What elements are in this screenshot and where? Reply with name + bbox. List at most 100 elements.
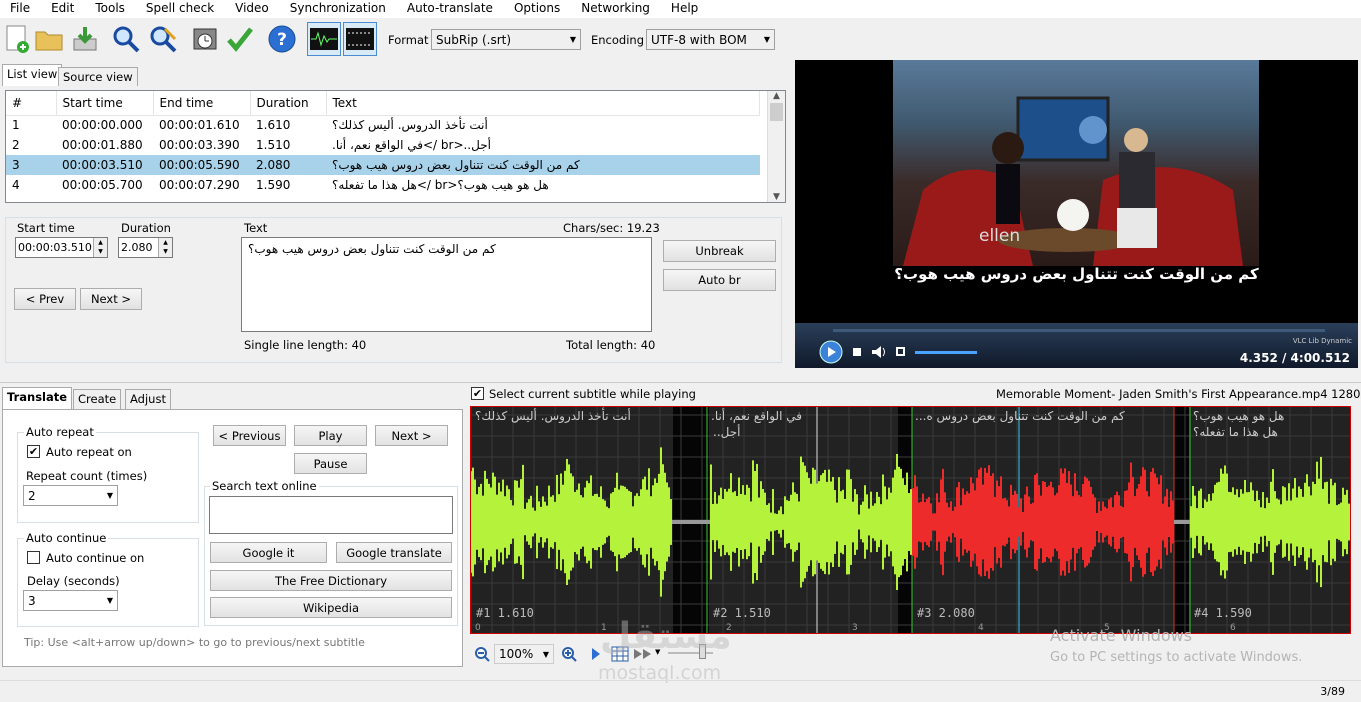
menu-edit[interactable]: Edit [41,0,85,18]
format-select[interactable]: SubRip (.srt) ▼ [431,29,581,50]
new-file-icon[interactable] [0,22,34,56]
wikipedia-button[interactable]: Wikipedia [210,597,452,618]
cell-number: 1 [12,118,20,133]
open-folder-icon[interactable] [32,22,66,56]
waveform-toggle-icon[interactable] [307,22,341,56]
google-it-button[interactable]: Google it [210,542,327,563]
tab-list-view[interactable]: List view [2,64,63,86]
subtitle-grid[interactable]: # Start time End time Duration Text 1 00… [5,90,786,203]
next-button[interactable]: Next > [80,288,142,310]
auto-repeat-title: Auto repeat [24,425,96,439]
duration-input[interactable]: 2.080 ▲ ▼ [118,237,173,258]
chevron-down-icon: ▼ [106,491,113,500]
cell-start: 00:00:05.700 [62,178,143,192]
auto-repeat-checkbox[interactable]: ✔ [27,445,40,458]
col-duration[interactable]: Duration [250,91,327,116]
auto-continue-label: Auto continue on [46,551,145,565]
tab-translate[interactable]: Translate [2,387,73,410]
video-subtitle: كم من الوقت كنت تتناول بعض دروس هيب هوب؟ [894,265,1259,283]
play-button[interactable]: Play [294,425,367,446]
splitter[interactable] [0,382,1361,383]
start-time-input[interactable]: 00:00:03.510 ▲ ▼ [15,237,108,258]
select-while-playing-checkbox[interactable]: ✔ [471,387,484,400]
table-row[interactable]: 2 00:00:01.880 00:00:03.390 1.510 أجل..<… [6,135,760,155]
find-replace-icon[interactable] [146,22,180,56]
spin-arrows-icon[interactable]: ▲ ▼ [158,238,172,257]
waveform-canvas[interactable] [471,407,1351,634]
checkmark-icon[interactable] [223,22,257,56]
mostaql-watermark: مستقل [600,616,732,657]
zoom-value: 100% [499,647,534,661]
menu-options[interactable]: Options [504,0,571,18]
col-end-time[interactable]: End time [153,91,251,116]
search-text-input[interactable] [209,496,453,534]
menu-synchronization[interactable]: Synchronization [280,0,397,18]
search-icon[interactable] [109,22,143,56]
stop-icon[interactable] [853,348,861,356]
chars-per-sec: Chars/sec: 19.23 [563,221,660,235]
tab-source-view[interactable]: Source view [58,67,138,86]
tick-3: 3 [852,623,858,633]
cell-text: أجل..<br />في الواقع نعم، أنا. [332,138,491,152]
spin-arrows-icon[interactable]: ▲ ▼ [93,238,107,257]
help-icon[interactable]: ? [265,22,299,56]
segment-2-text2: أجل.. [713,425,741,439]
play-icon[interactable] [819,340,843,364]
video-toggle-icon[interactable] [343,22,377,56]
fullscreen-icon[interactable] [896,347,905,356]
save-download-icon[interactable] [68,22,102,56]
menu-help[interactable]: Help [661,0,709,18]
grid-scrollbar[interactable]: ▲ ▼ [767,91,785,202]
scroll-up-icon[interactable]: ▲ [768,91,785,101]
delay-value: 3 [28,593,36,608]
auto-br-button[interactable]: Auto br [663,269,776,291]
prev-button[interactable]: < Prev [14,288,76,310]
cell-number: 4 [12,178,20,192]
encoding-select[interactable]: UTF-8 with BOM ▼ [646,29,775,50]
table-row[interactable]: 4 00:00:05.700 00:00:07.290 1.590 هل هو … [6,175,760,195]
menu-spell-check[interactable]: Spell check [136,0,225,18]
table-row-selected[interactable]: 3 00:00:03.510 00:00:05.590 2.080 كم من … [6,155,760,175]
next-subtitle-button[interactable]: Next > [375,425,448,446]
timing-icon[interactable] [188,22,222,56]
subtitle-text-area[interactable]: كم من الوقت كنت تتناول بعض دروس هيب هوب؟ [241,237,652,332]
col-number[interactable]: # [6,91,57,116]
cell-start: 00:00:03.510 [56,155,153,175]
encoding-label: Encoding [591,33,644,47]
volume-slider[interactable] [915,351,977,354]
google-translate-button[interactable]: Google translate [336,542,452,563]
menu-auto-translate[interactable]: Auto-translate [397,0,504,18]
zoom-select[interactable]: 100% ▼ [494,644,554,664]
video-player[interactable]: ellen كم من الوقت كنت تتناول بعض دروس هي… [795,60,1358,368]
col-start-time[interactable]: Start time [56,91,154,116]
total-length: Total length: 40 [566,338,656,352]
table-row[interactable]: 1 00:00:00.000 00:00:01.610 1.610 أنت تأ… [6,115,760,135]
cell-duration: 1.610 [256,118,291,133]
tick-0: 0 [475,623,481,633]
tab-adjust[interactable]: Adjust [125,389,171,409]
menu-networking[interactable]: Networking [571,0,661,18]
pause-button[interactable]: Pause [294,453,367,474]
previous-button[interactable]: < Previous [213,425,286,446]
auto-continue-checkbox[interactable] [27,551,40,564]
menu-file[interactable]: File [0,0,41,18]
tab-create[interactable]: Create [73,389,122,409]
menu-video[interactable]: Video [225,0,280,18]
volume-icon[interactable] [871,345,887,359]
delay-select[interactable]: 3 ▼ [23,590,118,611]
zoom-in-icon[interactable] [561,646,577,662]
col-text[interactable]: Text [326,91,760,116]
menu-tools[interactable]: Tools [85,0,136,18]
cell-start: 00:00:00.000 [62,118,143,133]
unbreak-button[interactable]: Unbreak [663,240,776,262]
waveform-panel[interactable]: أنت تأخذ الدروس. أليس كذلك؟ في الواقع نع… [470,406,1351,634]
video-seek-bar[interactable] [833,329,1325,332]
text-label: Text [244,221,268,235]
repeat-count-select[interactable]: 2 ▼ [23,485,118,506]
cell-end: 00:00:05.590 [153,155,250,175]
zoom-out-icon[interactable] [474,646,490,662]
segment-1-label: #1 1.610 [476,606,534,620]
scroll-thumb[interactable] [770,103,783,121]
free-dictionary-button[interactable]: The Free Dictionary [210,570,452,591]
scroll-down-icon[interactable]: ▼ [768,192,785,202]
